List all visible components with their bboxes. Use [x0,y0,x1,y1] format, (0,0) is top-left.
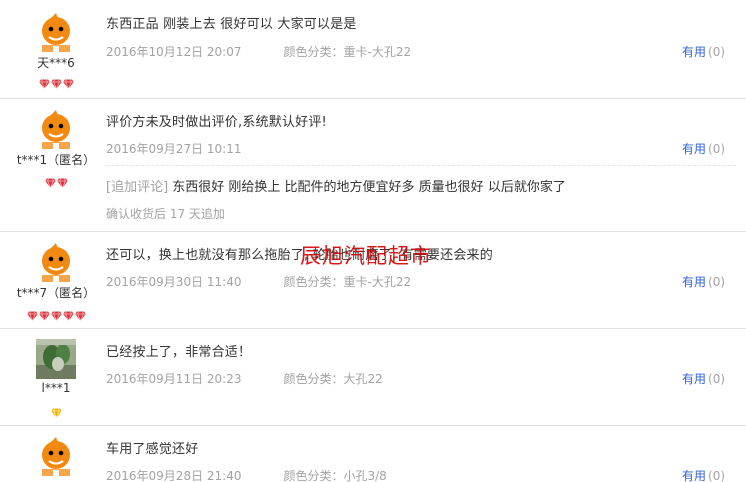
sku-info: 颜色分类：重卡-大孔22 [283,275,412,289]
username: 天***6 [37,56,75,70]
append-comment: [追加评论] 东西很好 刚给换上 比配件的地方便宜好多 质量也很好 以后就你家了 [106,176,566,195]
review-text: 东西正品 刚装上去 很好可以 大家可以是是 [106,17,357,32]
useful-label[interactable]: 有用 [682,45,706,59]
gem-icon [38,74,50,90]
gem-icon [50,306,62,322]
useful-button[interactable]: 有用 (0) [682,43,725,60]
divider [106,165,736,166]
useful-count: (0) [708,45,726,59]
gem-icon [56,173,68,189]
append-text: 东西很好 刚给换上 比配件的地方便宜好多 质量也很好 以后就你家了 [168,180,566,195]
avatar[interactable] [36,242,76,282]
useful-button[interactable]: 有用 (0) [682,140,725,157]
username: t***1（匿名） [16,153,96,167]
gem-icon [74,306,86,322]
gem-icon [38,306,50,322]
avatar[interactable] [36,12,76,52]
gem-icon [50,74,62,90]
review-meta: 2016年09月30日 11:40 颜色分类：重卡-大孔22 [106,273,411,290]
review-text: 车用了感觉还好 [106,442,199,457]
useful-count: (0) [708,275,726,289]
review-item: t***1（匿名） 评价方未及时做出评价,系统默认好评! 2016年09月27日… [0,99,746,231]
credit-gems [0,173,112,189]
review-item: l***1 已经按上了，非常合适！ 2016年09月11日 20:23 颜色分类：… [0,329,746,425]
review-date: 2016年09月27日 10:11 [106,142,242,156]
review-text: 已经按上了，非常合适！ [106,345,252,360]
review-item: 车用了感觉还好 2016年09月28日 21:40 颜色分类：小孔3/8 有用 (0… [0,426,746,482]
useful-count: (0) [708,469,726,482]
useful-count: (0) [708,142,726,156]
review-meta: 2016年09月27日 10:11 [106,140,241,157]
useful-label[interactable]: 有用 [682,275,706,289]
review-date: 2016年09月30日 11:40 [106,275,242,289]
gem-icon [62,74,74,90]
credit-gems [0,403,112,419]
username: t***7（匿名） [16,286,96,300]
append-meta: 确认收货后 17 天追加 [106,207,225,221]
review-meta: 2016年09月11日 20:23 颜色分类：大孔22 [106,370,383,387]
review-meta: 2016年10月12日 20:07 颜色分类：重卡-大孔22 [106,43,411,60]
sku-info: 颜色分类：重卡-大孔22 [283,45,412,59]
gem-icon [62,306,74,322]
review-date: 2016年09月11日 20:23 [106,372,242,386]
store-watermark: 辰旭汽配超市 [300,244,432,268]
review-date: 2016年10月12日 20:07 [106,45,242,59]
gem-icon [26,306,38,322]
useful-label[interactable]: 有用 [682,142,706,156]
useful-button[interactable]: 有用 (0) [682,273,725,290]
username: l***1 [41,381,71,395]
append-tag: [追加评论] [106,180,169,195]
gem-icon [50,403,62,419]
review-meta: 2016年09月28日 21:40 颜色分类：小孔3/8 [106,467,387,482]
avatar[interactable] [36,109,76,149]
avatar[interactable] [36,436,76,476]
avatar[interactable] [36,339,76,379]
review-date: 2016年09月28日 21:40 [106,469,242,482]
credit-gems [0,306,112,322]
useful-button[interactable]: 有用 (0) [682,370,725,387]
sku-info: 颜色分类：小孔3/8 [283,469,387,482]
sku-info: 颜色分类：大孔22 [283,372,383,386]
review-text: 评价方未及时做出评价,系统默认好评! [106,115,327,130]
useful-count: (0) [708,372,726,386]
useful-button[interactable]: 有用 (0) [682,467,725,482]
useful-label[interactable]: 有用 [682,469,706,482]
gem-icon [44,173,56,189]
useful-label[interactable]: 有用 [682,372,706,386]
credit-gems [0,74,112,90]
review-item: 天***6 东西正品 刚装上去 很好可以 大家可以是是 2016年10月12日 … [0,0,746,98]
